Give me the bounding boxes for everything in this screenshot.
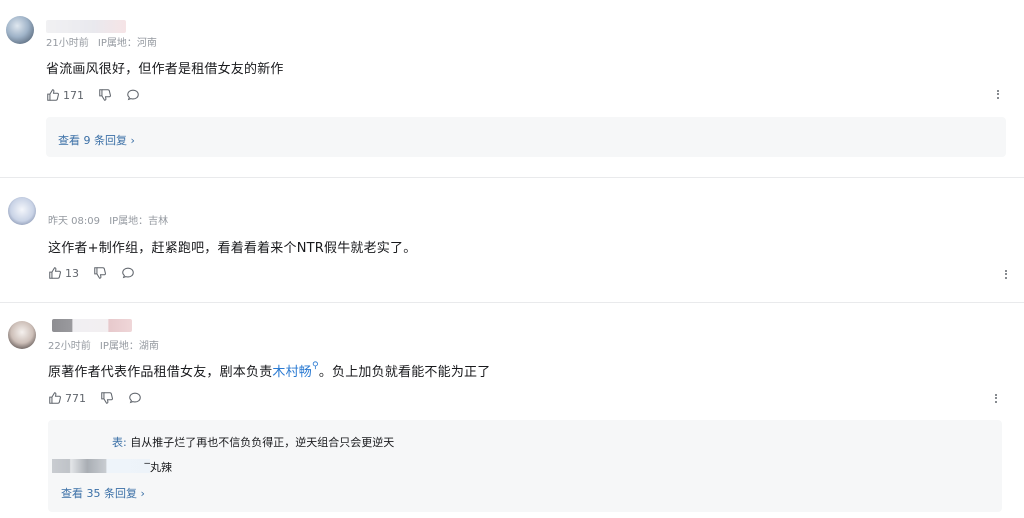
chevron-right-icon: › <box>130 134 135 147</box>
comment-text: 省流画风很好，但作者是租借女友的新作 <box>46 62 284 77</box>
more-vertical-icon[interactable] <box>996 88 1000 100</box>
reply-bubble-icon <box>127 89 139 101</box>
comment-meta: 22小时前 IP属地：湖南 <box>48 337 165 352</box>
sub-reply-author[interactable]: 表: <box>112 436 127 449</box>
sub-reply-blurred <box>52 459 150 473</box>
chevron-right-icon: › <box>140 487 145 500</box>
thumb-up-icon <box>49 267 61 279</box>
comment-item: 22小时前 IP属地：湖南 原著作者代表作品租借女友，剧本负责木村畅⚲。负上加负… <box>0 303 1024 518</box>
comment-meta: 昨天 08:09 IP属地：吉林 <box>48 212 174 227</box>
thumb-up-icon <box>49 392 61 404</box>
comment-time: 21小时前 <box>46 38 89 49</box>
more-vertical-icon[interactable] <box>994 392 998 404</box>
view-replies-text: 查看 9 条回复 <box>58 134 127 147</box>
avatar[interactable] <box>8 321 36 349</box>
view-replies-link[interactable]: 查看 9 条回复 › <box>58 132 135 148</box>
comment-actions: 771 <box>48 391 156 405</box>
sub-reply-text: 自从推子烂了再也不信负负得正，逆天组合只会更逆天 <box>130 436 395 449</box>
reply-bubble-icon <box>122 267 134 279</box>
reply-box <box>46 117 1006 157</box>
thumb-down-icon <box>101 392 113 404</box>
comment-actions: 171 <box>46 88 154 102</box>
comment-ip: IP属地：吉林 <box>109 216 169 227</box>
avatar[interactable] <box>8 197 36 225</box>
comment-text: 原著作者代表作品租借女友，剧本负责木村畅⚲。负上加负就看能不能为正了 <box>48 361 490 380</box>
search-link[interactable]: 木村畅 <box>272 365 312 380</box>
like-button[interactable]: 171 <box>46 88 84 102</box>
like-count: 13 <box>65 266 79 280</box>
comment-text-part2: 。负上加负就看能不能为正了 <box>318 365 491 380</box>
dislike-button[interactable] <box>93 266 107 280</box>
comment-time: 昨天 08:09 <box>48 216 100 227</box>
dislike-button[interactable] <box>98 88 112 102</box>
like-button[interactable]: 771 <box>48 391 86 405</box>
comment-meta: 21小时前 IP属地：河南 <box>46 34 163 49</box>
comment-ip: IP属地：湖南 <box>99 341 159 352</box>
username-blurred[interactable] <box>52 319 132 332</box>
username-blurred[interactable] <box>46 20 126 33</box>
view-replies-link[interactable]: 查看 35 条回复 › <box>61 485 145 501</box>
reply-bubble-icon <box>129 392 141 404</box>
like-button[interactable]: 13 <box>48 266 79 280</box>
comment-text-part1: 原著作者代表作品租借女友，剧本负责 <box>48 365 273 380</box>
reply-button[interactable] <box>128 391 142 405</box>
like-count: 171 <box>63 88 84 102</box>
comment-item: 21小时前 IP属地：河南 省流画风很好，但作者是租借女友的新作 171 查看 … <box>0 0 1024 176</box>
sub-reply-2: ̅丸辣 <box>150 461 172 474</box>
comment-actions: 13 <box>48 266 149 280</box>
like-count: 771 <box>65 391 86 405</box>
reply-button[interactable] <box>126 88 140 102</box>
dislike-button[interactable] <box>100 391 114 405</box>
view-replies-text: 查看 35 条回复 <box>61 487 137 500</box>
avatar[interactable] <box>6 16 34 44</box>
comment-time: 22小时前 <box>48 341 91 352</box>
thumb-down-icon <box>94 267 106 279</box>
thumb-down-icon <box>99 89 111 101</box>
thumb-up-icon <box>47 89 59 101</box>
reply-button[interactable] <box>121 266 135 280</box>
sub-reply: 表: 自从推子烂了再也不信负负得正，逆天组合只会更逆天 <box>112 434 394 450</box>
comment-ip: IP属地：河南 <box>97 38 157 49</box>
more-vertical-icon[interactable] <box>1004 268 1008 280</box>
comment-text: 这作者+制作组，赶紧跑吧，看着看着来个NTR假牛就老实了。 <box>48 241 417 256</box>
comment-item: 昨天 08:09 IP属地：吉林 这作者+制作组，赶紧跑吧，看着看着来个NTR假… <box>0 178 1024 302</box>
search-icon[interactable]: ⚲ <box>312 361 319 371</box>
